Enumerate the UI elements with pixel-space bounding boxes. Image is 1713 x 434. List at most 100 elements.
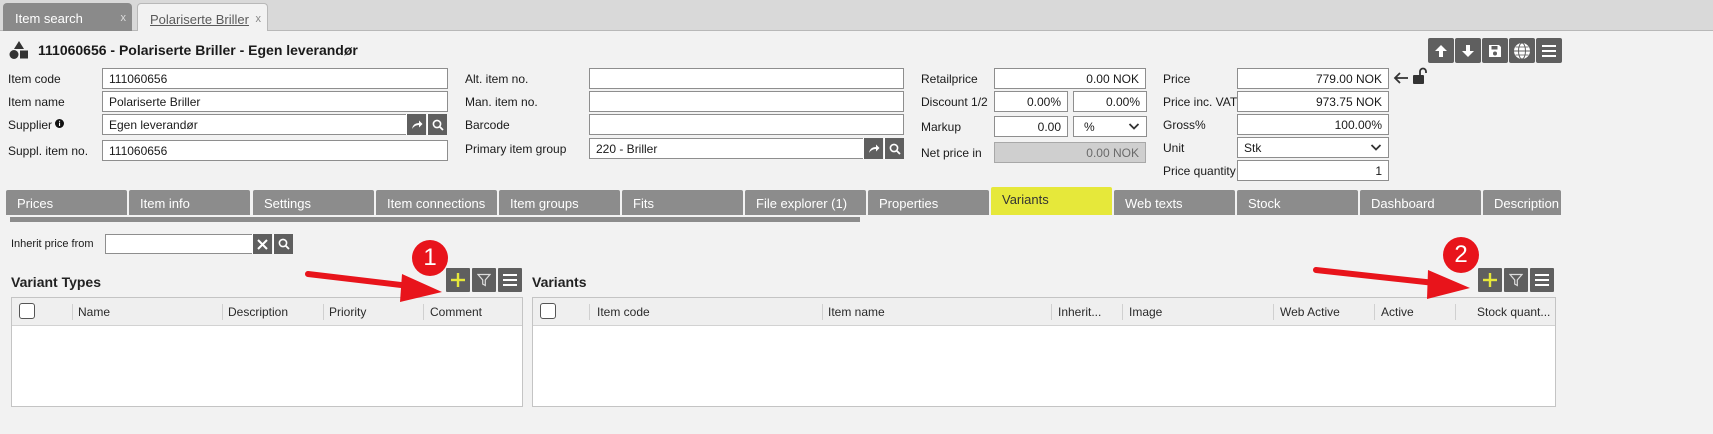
column-header-item-code[interactable]: Item code <box>597 305 650 319</box>
save-button[interactable] <box>1482 38 1508 63</box>
tab-dashboard[interactable]: Dashboard <box>1360 190 1481 215</box>
column-separator[interactable] <box>1122 304 1123 320</box>
chevron-down-icon <box>1370 144 1382 151</box>
unlock-icon[interactable] <box>1412 67 1428 85</box>
arrow-up-button[interactable] <box>1428 38 1454 63</box>
column-header-image[interactable]: Image <box>1129 305 1162 319</box>
tab-item-info[interactable]: Item info <box>129 190 250 215</box>
select-all-checkbox[interactable] <box>540 303 556 319</box>
item-group-goto-button[interactable] <box>863 138 883 159</box>
item-code-field[interactable]: 111060656 <box>102 68 448 89</box>
tab-stock[interactable]: Stock <box>1237 190 1358 215</box>
inherit-price-from-field[interactable] <box>105 234 253 254</box>
close-icon[interactable]: x <box>121 12 127 24</box>
tab-item-groups[interactable]: Item groups <box>499 190 620 215</box>
markup-unit-value: % <box>1084 120 1095 134</box>
column-separator[interactable] <box>72 304 73 320</box>
filter-variants-button[interactable] <box>1504 268 1528 292</box>
variants-menu-button[interactable] <box>1530 268 1554 292</box>
column-header-item-name[interactable]: Item name <box>828 305 885 319</box>
column-header-name[interactable]: Name <box>78 305 110 319</box>
discount-label: Discount 1/2 <box>921 95 988 109</box>
tab-variants[interactable]: Variants <box>991 187 1112 215</box>
supplier-goto-button[interactable] <box>406 114 426 135</box>
window-tab-label: Item search <box>15 11 83 26</box>
add-variant-button[interactable] <box>1478 268 1502 292</box>
price-quantity-label: Price quantity <box>1163 164 1236 178</box>
gross-label: Gross% <box>1163 118 1206 132</box>
alt-item-no-field[interactable] <box>589 68 904 89</box>
column-header-inherit[interactable]: Inherit... <box>1058 305 1101 319</box>
price-inc-vat-field[interactable]: 973.75 NOK <box>1237 91 1389 112</box>
window-tab-polariserte-briller[interactable]: Polariserte Briller x <box>137 3 268 31</box>
search-icon <box>889 143 901 155</box>
markup-unit-select[interactable]: % <box>1073 116 1147 137</box>
supplier-label: Supplier <box>8 118 65 132</box>
alt-item-no-label: Alt. item no. <box>465 72 529 86</box>
variant-types-title: Variant Types <box>11 274 102 290</box>
supplier-label-text: Supplier <box>8 118 53 132</box>
column-separator[interactable] <box>1051 304 1052 320</box>
primary-item-group-field[interactable]: 220 - Briller <box>589 138 864 159</box>
menu-button[interactable] <box>1536 38 1562 63</box>
tab-properties[interactable]: Properties <box>868 190 989 215</box>
price-quantity-field[interactable]: 1 <box>1237 160 1389 181</box>
supplier-search-button[interactable] <box>427 114 447 135</box>
close-icon[interactable]: x <box>256 13 262 25</box>
page-title: 111060656 - Polariserte Briller - Egen l… <box>38 42 358 58</box>
retailprice-field[interactable]: 0.00 NOK <box>994 68 1146 89</box>
menu-icon <box>503 274 517 286</box>
column-header-stock-quantity[interactable]: Stock quant... <box>1477 305 1550 319</box>
inherit-clear-button[interactable] <box>252 234 272 254</box>
column-separator[interactable] <box>589 304 590 320</box>
window-tab-item-search[interactable]: Item search x <box>3 3 132 31</box>
tab-prices[interactable]: Prices <box>6 190 127 215</box>
chevron-down-icon <box>1128 123 1140 130</box>
column-header-description[interactable]: Description <box>228 305 288 319</box>
globe-button[interactable] <box>1509 38 1535 63</box>
arrow-down-button[interactable] <box>1455 38 1481 63</box>
barcode-field[interactable] <box>589 114 904 135</box>
info-icon <box>55 119 65 128</box>
column-separator[interactable] <box>222 304 223 320</box>
arrow-left-icon[interactable] <box>1393 70 1409 86</box>
arrow-up-icon <box>1435 44 1447 57</box>
tab-web-texts[interactable]: Web texts <box>1114 190 1235 215</box>
column-separator[interactable] <box>1273 304 1274 320</box>
man-item-no-field[interactable] <box>589 91 904 112</box>
item-group-search-button[interactable] <box>884 138 904 159</box>
tab-scroll-indicator[interactable] <box>10 217 860 222</box>
markup-field[interactable]: 0.00 <box>994 116 1068 137</box>
globe-icon <box>1514 42 1530 59</box>
item-name-field[interactable]: Polariserte Briller <box>102 91 448 112</box>
tab-fits[interactable]: Fits <box>622 190 743 215</box>
arrow-down-icon <box>1462 44 1474 57</box>
gross-field[interactable]: 100.00% <box>1237 114 1389 135</box>
price-field[interactable]: 779.00 NOK <box>1237 68 1389 89</box>
shapes-icon <box>9 41 28 59</box>
variant-types-menu-button[interactable] <box>498 268 522 292</box>
item-name-label: Item name <box>8 95 65 109</box>
suppl-item-no-field[interactable]: 111060656 <box>102 140 448 161</box>
discount-2-field[interactable]: 0.00% <box>1073 91 1147 112</box>
unit-select[interactable]: Stk <box>1237 137 1389 158</box>
column-separator[interactable] <box>822 304 823 320</box>
supplier-field[interactable]: Egen leverandør <box>102 114 407 135</box>
retailprice-label: Retailprice <box>921 72 978 86</box>
window-tab-label: Polariserte Briller <box>150 12 249 27</box>
barcode-label: Barcode <box>465 118 510 132</box>
suppl-item-no-label: Suppl. item no. <box>8 144 89 158</box>
price-label: Price <box>1163 72 1191 86</box>
price-inc-vat-label: Price inc. VAT <box>1163 95 1238 109</box>
filter-variant-types-button[interactable] <box>472 268 496 292</box>
goto-arrow-icon <box>411 120 422 129</box>
tab-file-explorer[interactable]: File explorer (1) <box>745 190 866 215</box>
tab-item-connections[interactable]: Item connections <box>376 190 497 215</box>
variant-types-grid: Name Description Priority Comment <box>11 297 523 407</box>
discount-1-field[interactable]: 0.00% <box>994 91 1068 112</box>
inherit-search-button[interactable] <box>273 234 293 254</box>
tab-description[interactable]: Description <box>1483 190 1561 215</box>
tab-settings[interactable]: Settings <box>253 190 374 215</box>
variants-title: Variants <box>532 274 587 290</box>
select-all-checkbox[interactable] <box>19 303 35 319</box>
